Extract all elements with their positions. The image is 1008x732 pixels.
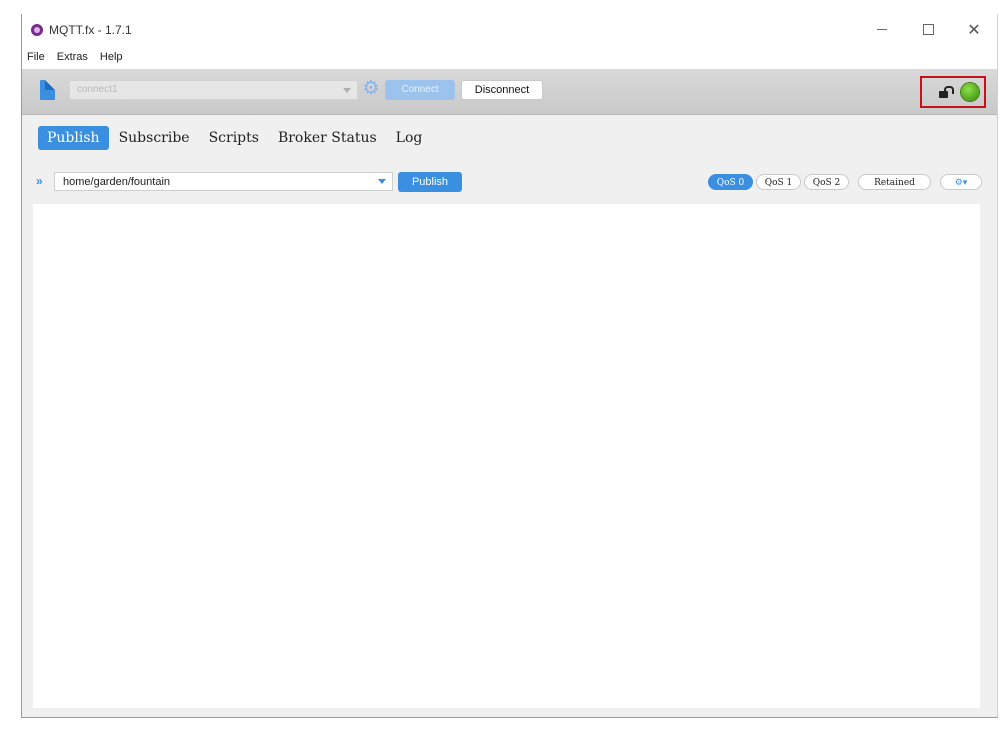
qos-2-button[interactable]: QoS 2 [804, 174, 849, 190]
app-window: MQTT.fx - 1.7.1 ✕ File Extras Help conne… [21, 14, 998, 718]
disconnect-button[interactable]: Disconnect [461, 80, 543, 100]
main-tabs: Publish Subscribe Scripts Broker Status … [38, 126, 432, 150]
window-controls: ✕ [859, 14, 997, 45]
double-chevron-icon[interactable]: » [36, 174, 43, 188]
gear-icon[interactable]: ⚙ [362, 79, 380, 98]
maximize-button[interactable] [905, 14, 951, 45]
tab-log[interactable]: Log [387, 126, 432, 150]
retained-toggle[interactable]: Retained [858, 174, 931, 190]
unlocked-padlock-icon [939, 86, 954, 98]
tab-scripts[interactable]: Scripts [200, 126, 268, 150]
gear-dropdown-icon[interactable]: ⚙▾ [940, 174, 982, 190]
qos-selector: QoS 0 QoS 1 QoS 2 Retained ⚙▾ [708, 174, 985, 190]
tab-subscribe[interactable]: Subscribe [110, 126, 199, 150]
tab-publish[interactable]: Publish [38, 126, 109, 150]
topic-input[interactable] [54, 172, 393, 191]
payload-editor[interactable] [33, 204, 980, 708]
window-title: MQTT.fx - 1.7.1 [49, 22, 132, 37]
publish-button[interactable]: Publish [398, 172, 462, 192]
title-bar: MQTT.fx - 1.7.1 ✕ [22, 14, 997, 45]
menu-help[interactable]: Help [94, 51, 129, 63]
qos-0-button[interactable]: QoS 0 [708, 174, 753, 190]
connection-status-indicator [961, 83, 979, 101]
app-logo-icon [31, 23, 43, 36]
topic-dropdown-button[interactable] [372, 173, 392, 190]
connection-toolbar: connect1 ⚙ Connect Disconnect [22, 69, 997, 115]
close-button[interactable]: ✕ [951, 14, 997, 45]
menu-bar: File Extras Help [22, 45, 997, 69]
connection-profile-select[interactable]: connect1 [69, 80, 358, 100]
publish-toolbar: » Publish QoS 0 QoS 1 QoS 2 Retained ⚙▾ [22, 170, 997, 194]
tab-broker-status[interactable]: Broker Status [269, 126, 386, 150]
menu-file[interactable]: File [22, 51, 51, 63]
connection-status-highlight [920, 76, 986, 108]
qos-1-button[interactable]: QoS 1 [756, 174, 801, 190]
connect-button[interactable]: Connect [385, 80, 455, 100]
document-icon[interactable] [40, 80, 55, 100]
menu-extras[interactable]: Extras [51, 51, 94, 63]
connection-profile-value: connect1 [77, 84, 118, 95]
minimize-button[interactable] [859, 14, 905, 45]
chevron-down-icon [343, 88, 351, 93]
